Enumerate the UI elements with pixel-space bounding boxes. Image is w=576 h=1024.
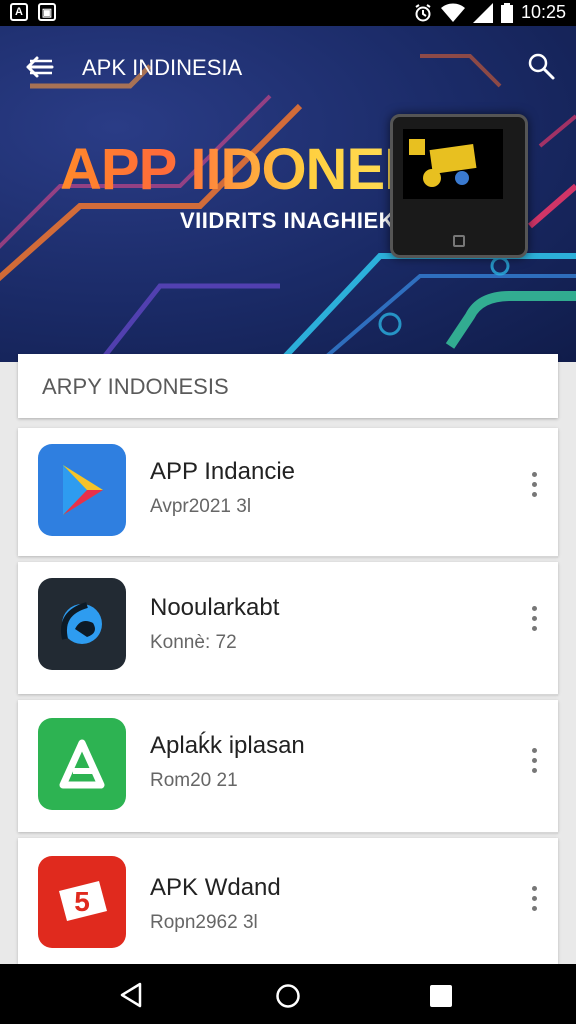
app-meta: Ropn2962 3l <box>150 912 258 933</box>
nav-back-icon[interactable] <box>118 982 144 1008</box>
divider <box>150 832 558 834</box>
list-item[interactable]: 5 APK Wdand Ropn2962 3l <box>18 838 558 964</box>
search-icon[interactable] <box>526 51 556 81</box>
more-vert-icon[interactable] <box>532 748 538 774</box>
app-meta: Rom20 21 <box>150 770 238 791</box>
list-item[interactable]: Nooularkabt Konnè: 72 <box>18 562 558 694</box>
phone-illustration <box>390 114 528 258</box>
header-banner: APK INDINESIA APP IIDONEISA VIIDRITS INA… <box>0 26 576 362</box>
divider <box>150 556 558 558</box>
badge-5-icon: 5 <box>38 856 126 948</box>
alarm-icon <box>415 3 431 21</box>
divider <box>150 694 558 696</box>
app-name: Nooularkabt <box>150 594 280 621</box>
nav-home-icon[interactable] <box>275 983 301 1009</box>
more-vert-icon[interactable] <box>532 886 538 912</box>
status-time: 10:25 <box>520 2 566 22</box>
orbit-icon <box>38 578 126 670</box>
app-bar-title: APK INDINESIA <box>82 55 243 80</box>
app-name: APK Wdand <box>150 874 281 901</box>
play-store-icon <box>38 444 126 536</box>
battery-icon <box>500 2 513 23</box>
more-vert-icon[interactable] <box>532 606 538 632</box>
arrow-back-icon[interactable] <box>22 50 56 84</box>
navigation-bar <box>0 964 576 1024</box>
app-name: Aplaḱk iplasan <box>150 732 305 759</box>
section-header-card: ARPY INDONESIS <box>18 354 558 418</box>
wifi-icon <box>440 3 465 22</box>
svg-text:5: 5 <box>74 886 90 917</box>
nav-recents-icon[interactable] <box>429 984 453 1008</box>
letter-a-icon <box>38 718 126 810</box>
status-bar: A ▣ 10:25 <box>0 0 576 26</box>
section-title: ARPY INDONESIS <box>42 374 229 399</box>
app-notification-icon: A <box>10 3 28 21</box>
app-bar: APK INDINESIA <box>0 26 576 106</box>
app-name: APP Indancie <box>150 458 295 485</box>
gallery-notification-icon: ▣ <box>38 3 56 21</box>
signal-icon <box>472 2 493 23</box>
app-meta: Konnè: 72 <box>150 632 237 653</box>
more-vert-icon[interactable] <box>532 472 538 498</box>
list-item[interactable]: Aplaḱk iplasan Rom20 21 <box>18 700 558 832</box>
banner-subtitle: VIIDRITS INAGHIEK <box>180 208 396 233</box>
app-meta: Avpr2021 3l <box>150 496 252 517</box>
list-item[interactable]: APP Indancie Avpr2021 3l <box>18 428 558 556</box>
